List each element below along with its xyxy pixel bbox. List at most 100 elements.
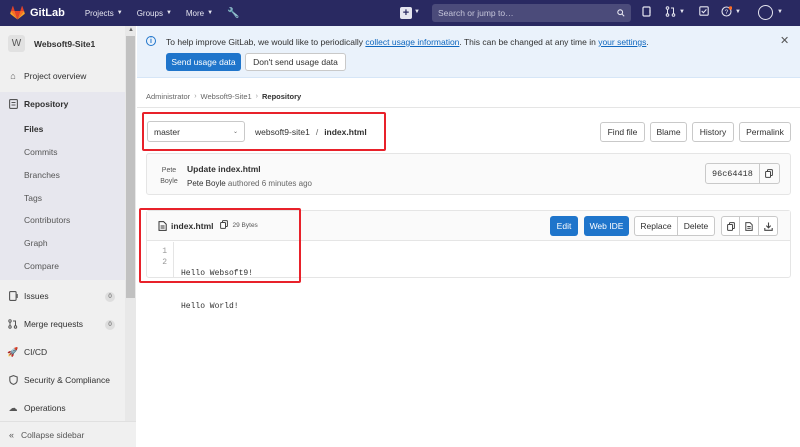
permalink-button[interactable]: Permalink xyxy=(739,122,791,142)
file-actions-group xyxy=(721,216,778,236)
nav-more-label: More xyxy=(185,8,205,18)
todo-icon[interactable] xyxy=(699,6,709,19)
top-navbar: GitLab Projects ▼ Groups ▼ More ▼ 🔧 + ▼ Sea… xyxy=(0,0,800,26)
breadcrumb-administrator[interactable]: Administrator xyxy=(146,92,190,101)
commit-author[interactable]: Pete Boyle xyxy=(187,179,226,188)
highlight-box-file-nav xyxy=(142,112,386,151)
project-name: Websoft9-Site1 xyxy=(34,38,96,49)
nav-projects[interactable]: Projects ▼ xyxy=(85,9,123,18)
copy-contents-button[interactable] xyxy=(721,216,740,236)
breadcrumb-repository[interactable]: Repository xyxy=(262,92,301,101)
breadcrumb: Administrator › Websoft9-Site1 › Reposit… xyxy=(146,92,301,101)
breadcrumb-project[interactable]: Websoft9-Site1 xyxy=(201,92,252,101)
svg-text:?: ? xyxy=(725,9,729,16)
commit-sha-text[interactable]: 96c64418 xyxy=(706,164,759,183)
rocket-icon: 🚀 xyxy=(7,346,19,357)
nav-groups-label: Groups xyxy=(136,8,163,18)
new-plus-icon[interactable]: + xyxy=(400,7,412,19)
chevron-down-icon: ▼ xyxy=(165,10,172,16)
sidebar-item-merge-requests[interactable]: Merge requests xyxy=(8,319,83,329)
close-icon[interactable]: ✕ xyxy=(780,34,789,47)
send-usage-data-button[interactable]: Send usage data xyxy=(166,53,241,71)
banner-text: . xyxy=(646,37,649,47)
sidebar-sub-files[interactable]: Files xyxy=(24,124,43,134)
user-avatar[interactable] xyxy=(758,5,773,20)
history-button[interactable]: History xyxy=(692,122,734,142)
sidebar-item-cicd[interactable]: 🚀 CI/CD xyxy=(7,346,48,358)
chevron-down-icon: ▼ xyxy=(777,9,783,15)
sidebar-item-label: Repository xyxy=(24,99,69,109)
your-settings-link[interactable]: your settings xyxy=(598,37,646,47)
collapse-sidebar-button[interactable]: « Collapse sidebar xyxy=(0,421,136,447)
blame-button[interactable]: Blame xyxy=(650,122,687,142)
sidebar-sub-contributors[interactable]: Contributors xyxy=(24,215,70,225)
double-chevron-left-icon: « xyxy=(9,429,15,440)
chevron-down-icon: ▼ xyxy=(414,9,420,15)
chevron-right-icon: › xyxy=(255,93,259,100)
download-icon xyxy=(763,222,773,231)
sidebar-scrollbar[interactable]: ▲ xyxy=(125,26,136,422)
merge-request-icon[interactable] xyxy=(665,6,677,20)
sidebar-sub-tags[interactable]: Tags xyxy=(24,193,42,203)
scrollbar-thumb[interactable] xyxy=(126,36,135,298)
issues-icon[interactable] xyxy=(642,6,652,20)
sidebar-repository-group xyxy=(0,92,125,280)
copy-icon xyxy=(726,221,735,231)
raw-file-icon xyxy=(745,221,753,231)
chevron-down-icon: ▼ xyxy=(679,9,685,15)
sidebar-item-issues[interactable]: Issues xyxy=(8,291,49,301)
breadcrumb-divider xyxy=(137,107,800,108)
commit-meta: Pete Boyle authored 6 minutes ago xyxy=(187,179,312,188)
nav-more[interactable]: More ▼ xyxy=(186,9,213,18)
gitlab-logo-text: GitLab xyxy=(30,7,65,19)
sidebar-sub-compare[interactable]: Compare xyxy=(24,261,59,271)
collapse-sidebar-label: Collapse sidebar xyxy=(21,429,85,440)
find-file-button[interactable]: Find file xyxy=(600,122,645,142)
chevron-down-icon: ▼ xyxy=(116,10,123,16)
gitlab-logo[interactable]: GitLab xyxy=(10,6,65,20)
chevron-down-icon: ▼ xyxy=(207,10,214,16)
shield-icon xyxy=(8,375,18,385)
sidebar-item-project-overview[interactable]: ⌂ Project overview xyxy=(8,71,86,81)
scroll-up-icon[interactable]: ▲ xyxy=(128,27,134,33)
web-ide-button[interactable]: Web IDE xyxy=(584,216,629,236)
search-input[interactable]: Search or jump to… xyxy=(432,4,631,22)
commit-author-avatar[interactable]: Pete Boyle xyxy=(158,165,180,187)
copy-icon[interactable] xyxy=(758,164,779,183)
commit-title[interactable]: Update index.html xyxy=(187,164,261,174)
nav-groups[interactable]: Groups ▼ xyxy=(137,9,172,18)
issues-count-badge: 0 xyxy=(105,292,115,302)
project-avatar: W xyxy=(8,35,25,52)
sidebar-project-header[interactable]: W Websoft9-Site1 xyxy=(8,35,95,52)
sidebar-item-label: Security & Compliance xyxy=(24,375,110,385)
download-button[interactable] xyxy=(759,216,778,236)
dont-send-usage-data-button[interactable]: Don't send usage data xyxy=(245,53,346,71)
search-placeholder: Search or jump to… xyxy=(438,8,514,18)
sidebar-item-repository[interactable]: Repository xyxy=(8,99,68,109)
cloud-icon: ☁ xyxy=(8,402,18,413)
sidebar-item-label: CI/CD xyxy=(24,347,48,357)
merge-request-icon xyxy=(8,319,18,329)
delete-button[interactable]: Delete xyxy=(678,216,715,236)
help-icon[interactable]: ? xyxy=(721,6,733,20)
home-icon: ⌂ xyxy=(10,71,16,81)
collect-usage-link[interactable]: collect usage information xyxy=(365,37,459,47)
highlight-box-file-content xyxy=(139,208,301,283)
info-icon: i xyxy=(146,36,156,46)
sidebar-item-operations[interactable]: ☁ Operations xyxy=(8,402,66,414)
sidebar-sub-graph[interactable]: Graph xyxy=(24,238,48,248)
repository-icon xyxy=(8,99,18,109)
admin-wrench-icon[interactable]: 🔧 xyxy=(227,8,239,19)
replace-button[interactable]: Replace xyxy=(634,216,678,236)
replace-delete-group: Replace Delete xyxy=(634,216,715,236)
sidebar-item-label: Project overview xyxy=(24,71,87,81)
open-raw-button[interactable] xyxy=(740,216,759,236)
search-icon xyxy=(617,9,625,17)
commit-sha[interactable]: 96c64418 xyxy=(705,163,780,184)
sidebar-item-label: Operations xyxy=(24,403,66,413)
sidebar-item-security[interactable]: Security & Compliance xyxy=(8,375,110,385)
sidebar-sub-branches[interactable]: Branches xyxy=(24,170,60,180)
sidebar-sub-commits[interactable]: Commits xyxy=(24,147,58,157)
edit-button[interactable]: Edit xyxy=(550,216,578,236)
sidebar-item-label: Merge requests xyxy=(24,319,84,329)
